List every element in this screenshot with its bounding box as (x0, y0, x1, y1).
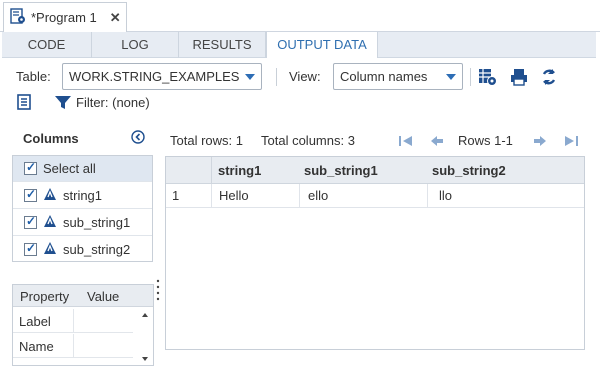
print-icon[interactable] (508, 66, 530, 88)
program-tab[interactable]: *Program 1 ✕ (3, 2, 127, 32)
character-column-icon (43, 214, 57, 231)
next-page-icon[interactable] (533, 134, 547, 151)
grid-cell[interactable]: ello (300, 184, 428, 208)
column-checkbox[interactable] (24, 187, 37, 202)
table-select-value: WORK.STRING_EXAMPLES (69, 69, 240, 84)
grid-cell[interactable]: Hello (212, 184, 300, 208)
list-item[interactable]: sub_string1 (13, 210, 152, 236)
character-column-icon (43, 187, 57, 204)
total-columns: Total columns: 3 (261, 133, 355, 148)
data-toolbar: Table: WORK.STRING_EXAMPLES View: Column… (0, 58, 600, 94)
table-row: Name (13, 334, 133, 358)
filter-label[interactable]: Filter: (none) (76, 95, 150, 110)
property-value (73, 334, 133, 358)
column-header-sub-string2[interactable]: sub_string2 (432, 163, 506, 178)
previous-page-icon[interactable] (430, 134, 444, 151)
grid-header: string1 sub_string1 sub_string2 (166, 157, 584, 184)
properties-panel: Property Value Label Name (12, 284, 154, 366)
toolbar-divider (276, 68, 277, 86)
view-select-value: Column names (340, 69, 428, 84)
columns-title: Columns (23, 131, 79, 146)
properties-scrollbar[interactable] (139, 309, 151, 365)
total-rows: Total rows: 1 (170, 133, 243, 148)
list-item[interactable]: string1 (13, 183, 152, 209)
property-value (73, 309, 133, 333)
close-icon[interactable]: ✕ (110, 10, 121, 26)
chevron-down-icon (446, 74, 456, 80)
column-checkbox[interactable] (24, 241, 37, 256)
table-properties-icon[interactable] (477, 66, 499, 88)
panel-resize-handle[interactable] (88, 279, 104, 290)
refresh-icon[interactable] (538, 66, 560, 88)
view-select[interactable]: Column names (333, 63, 463, 90)
program-file-icon (10, 8, 26, 27)
select-all-label: Select all (43, 161, 96, 176)
list-item[interactable]: sub_string2 (13, 236, 152, 262)
tab-code[interactable]: CODE (2, 32, 92, 58)
property-column-header: Property (20, 289, 70, 304)
first-page-icon[interactable] (398, 134, 414, 151)
character-column-icon (43, 241, 57, 258)
column-label: sub_string2 (63, 241, 131, 257)
property-name: Label (19, 314, 51, 329)
chevron-down-icon (245, 74, 255, 80)
splitter-handle[interactable] (156, 278, 160, 302)
view-label: View: (289, 69, 321, 84)
toolbar-divider (470, 68, 471, 86)
column-checkbox[interactable] (24, 214, 37, 229)
column-label: string1 (63, 188, 103, 203)
program-tab-title: *Program 1 (31, 10, 97, 25)
data-grid: string1 sub_string1 sub_string2 1 Hello … (165, 156, 585, 350)
column-header-sub-string1[interactable]: sub_string1 (304, 163, 378, 178)
grid-cell[interactable]: llo (428, 184, 584, 208)
row-number-header (166, 157, 212, 184)
select-all-checkbox[interactable] (24, 160, 37, 175)
column-label: sub_string1 (63, 215, 131, 230)
value-column-header: Value (87, 289, 120, 304)
last-page-icon[interactable] (563, 134, 579, 151)
select-all-row[interactable]: Select all (13, 156, 152, 182)
column-header-string1[interactable]: string1 (218, 163, 261, 178)
editor-tab-bar: *Program 1 ✕ (0, 0, 600, 32)
data-stats-bar: Total rows: 1 Total columns: 3 Rows 1-1 (170, 133, 590, 153)
property-name: Name (19, 339, 54, 354)
filter-icon[interactable] (54, 94, 72, 113)
row-number: 1 (166, 184, 212, 208)
table-row: Label (13, 309, 133, 333)
filter-row: Filter: (none) (0, 92, 600, 114)
table-select[interactable]: WORK.STRING_EXAMPLES (62, 63, 262, 90)
columns-header: Columns (14, 126, 154, 148)
columns-list: Select all string1 sub_string1 sub_strin… (12, 155, 153, 262)
properties-header: Property Value (13, 285, 153, 307)
collapse-panel-icon[interactable] (131, 130, 145, 147)
tab-results[interactable]: RESULTS (179, 32, 266, 58)
rows-range: Rows 1-1 (458, 133, 513, 148)
view-tabs: CODE LOG RESULTS OUTPUT DATA (2, 32, 596, 58)
tab-output-data[interactable]: OUTPUT DATA (266, 32, 378, 58)
tab-log[interactable]: LOG (92, 32, 179, 58)
table-label: Table: (16, 69, 51, 84)
column-list-icon[interactable] (16, 94, 32, 113)
